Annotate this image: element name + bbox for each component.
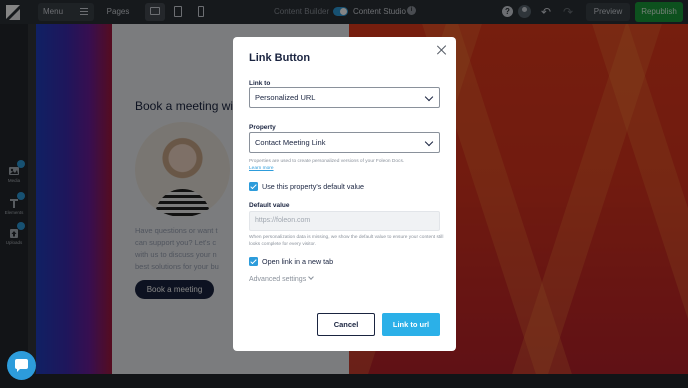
chat-icon[interactable] bbox=[7, 351, 36, 380]
chevron-down-icon bbox=[308, 274, 315, 280]
property-select[interactable]: Contact Meeting Link bbox=[249, 132, 440, 153]
link-to-select[interactable]: Personalized URL bbox=[249, 87, 440, 108]
modal-title: Link Button bbox=[249, 52, 311, 64]
default-value-label: Default value bbox=[249, 202, 290, 209]
advanced-settings-label: Advanced settings bbox=[249, 276, 307, 283]
property-help: Properties are used to create personaliz… bbox=[249, 158, 444, 172]
link-to-label: Link to bbox=[249, 80, 271, 87]
default-value-help: When personalization data is missing, we… bbox=[249, 235, 444, 247]
new-tab-checkbox[interactable] bbox=[249, 257, 258, 266]
use-default-label[interactable]: Use this property's default value bbox=[262, 182, 364, 191]
learn-more-link[interactable]: Learn more bbox=[249, 165, 444, 172]
property-value: Contact Meeting Link bbox=[255, 138, 326, 147]
close-icon[interactable] bbox=[437, 45, 447, 55]
property-help-text: Properties are used to create personaliz… bbox=[249, 159, 405, 164]
link-button-modal: Link Button Link to Personalized URL Pro… bbox=[233, 37, 456, 351]
cancel-button[interactable]: Cancel bbox=[317, 313, 375, 336]
link-to-url-button[interactable]: Link to url bbox=[382, 313, 440, 336]
use-default-checkbox[interactable] bbox=[249, 182, 258, 191]
chevron-down-icon bbox=[424, 137, 434, 147]
chevron-down-icon bbox=[424, 92, 434, 102]
default-value-input[interactable]: https://foleon.com bbox=[249, 211, 440, 231]
property-label: Property bbox=[249, 124, 276, 131]
advanced-settings-toggle[interactable]: Advanced settings bbox=[249, 274, 315, 283]
new-tab-label[interactable]: Open link in a new tab bbox=[262, 257, 333, 266]
link-to-value: Personalized URL bbox=[255, 93, 316, 102]
